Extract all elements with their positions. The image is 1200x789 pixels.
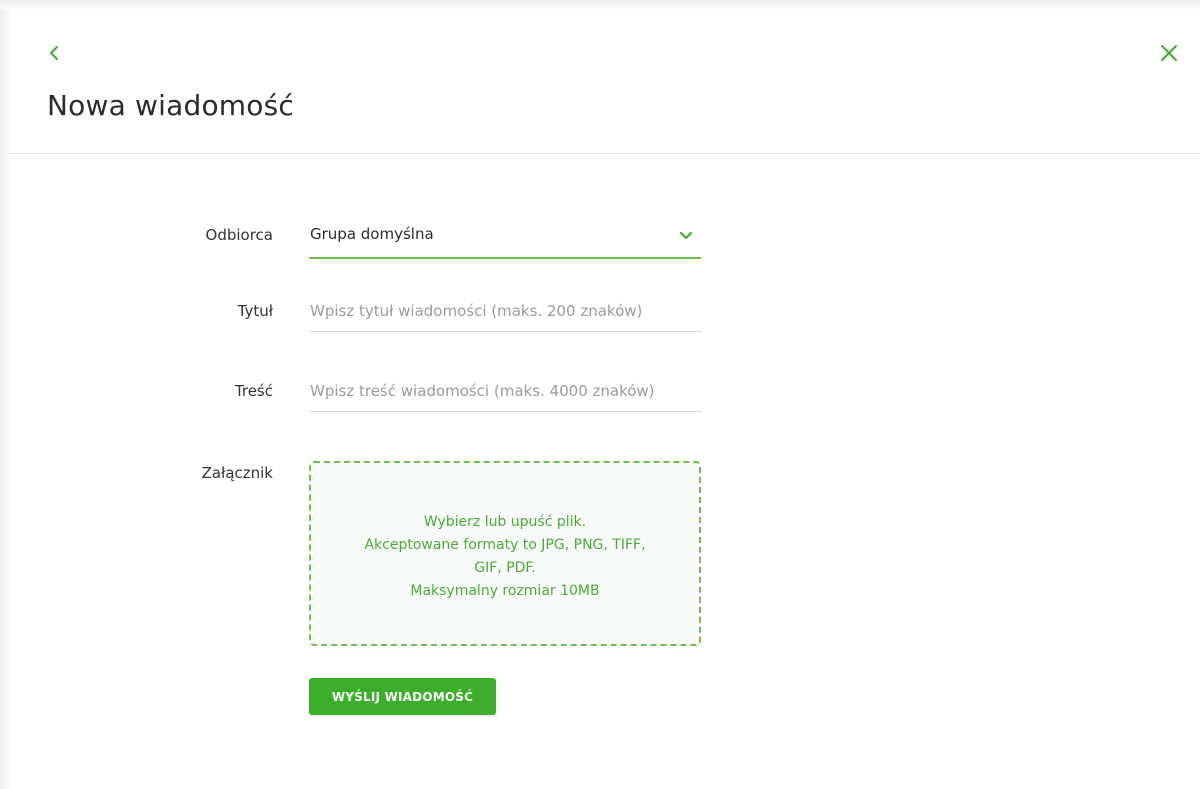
send-message-button[interactable]: WYŚLIJ WIADOMOŚĆ: [309, 678, 496, 715]
dropzone-line-formats-cont: GIF, PDF.: [474, 560, 536, 576]
dropzone-line-choose: Wybierz lub upuść plik.: [423, 514, 587, 530]
content-input[interactable]: [309, 371, 702, 412]
recipient-select[interactable]: Grupa domyślna: [309, 213, 701, 259]
title-input[interactable]: [309, 291, 702, 332]
close-button[interactable]: [1159, 43, 1179, 63]
recipient-label: Odbiorca: [205, 226, 273, 244]
attachment-label: Załącznik: [201, 464, 273, 482]
dropzone-instructions: Wybierz lub upuść plik. Akceptowane form…: [331, 511, 679, 603]
content-label: Treść: [234, 382, 273, 400]
chevron-down-icon: [679, 231, 693, 240]
dropzone-line-formats: Akceptowane formaty to JPG, PNG, TIFF,: [364, 537, 646, 553]
dropzone-line-max-size: Maksymalny rozmiar 10MB: [410, 583, 600, 599]
close-icon: [1161, 45, 1177, 61]
title-label: Tytuł: [237, 302, 273, 320]
new-message-page: Nowa wiadomość Odbiorca Grupa domyślna T…: [0, 0, 1200, 789]
page-title: Nowa wiadomość: [47, 89, 294, 122]
page-top-edge: [0, 0, 1200, 9]
recipient-select-value: Grupa domyślna: [310, 225, 434, 243]
page-header: Nowa wiadomość: [9, 9, 1200, 154]
attachment-dropzone[interactable]: Wybierz lub upuść plik. Akceptowane form…: [309, 461, 701, 646]
chevron-left-icon: [50, 46, 58, 60]
back-button[interactable]: [45, 43, 65, 63]
